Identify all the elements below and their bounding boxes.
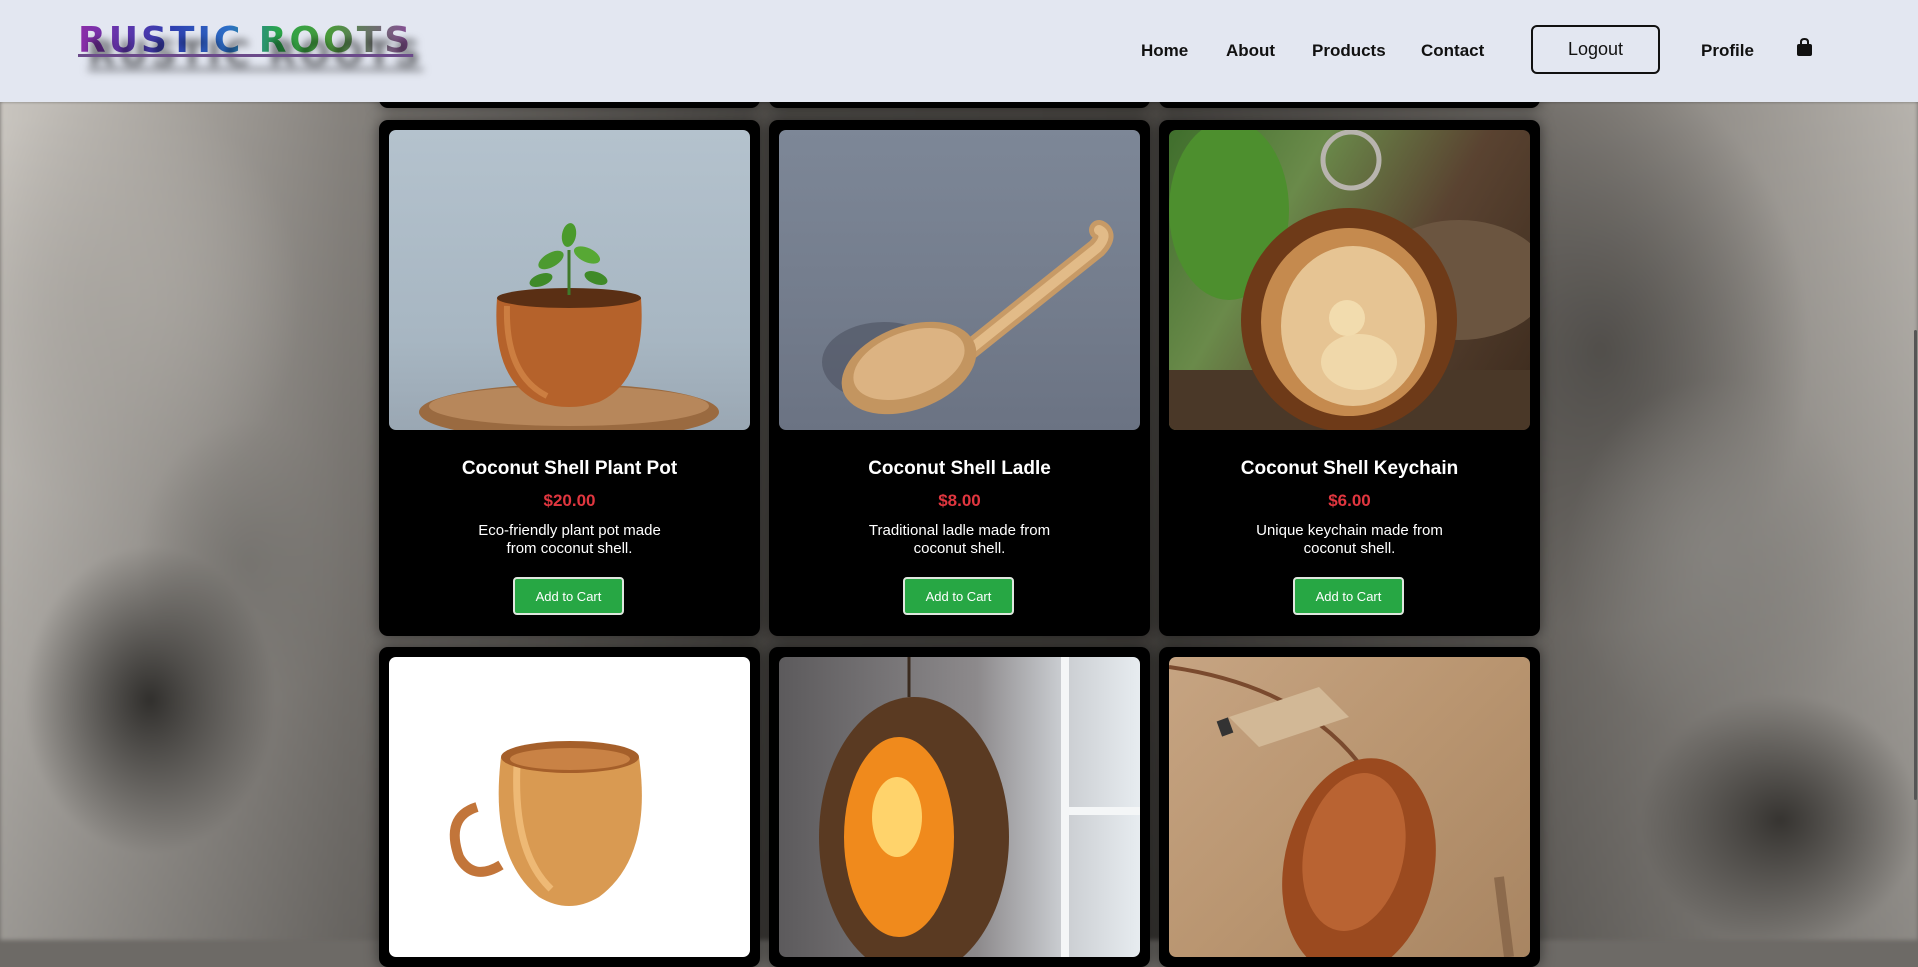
nav-about[interactable]: About (1226, 41, 1275, 61)
product-price: $20.00 (543, 491, 596, 510)
cup-image (389, 657, 750, 957)
nav-contact[interactable]: Contact (1421, 41, 1484, 61)
plant-pot-image (389, 130, 750, 430)
hanging-lamp-image (779, 657, 1140, 957)
keychain-image (1169, 130, 1530, 430)
product-name: Coconut Shell Ladle (868, 458, 1051, 479)
scrollbar-thumb[interactable] (1914, 330, 1917, 800)
nav-products[interactable]: Products (1312, 41, 1386, 61)
product-description: Eco-friendly plant pot made from coconut… (478, 522, 661, 557)
logout-button[interactable]: Logout (1531, 25, 1660, 74)
product-price: $6.00 (1328, 491, 1371, 510)
site-header: RUSTIC ROOTS Home About Products Contact… (0, 0, 1918, 102)
pendant-image (1169, 657, 1530, 957)
product-card: Coconut Shell Keychain $6.00 Unique keyc… (1159, 120, 1540, 636)
nav-home[interactable]: Home (1141, 41, 1188, 61)
product-grid: Coconut Shell Plant Pot $20.00 Eco-frien… (379, 0, 1540, 967)
product-description: Unique keychain made from coconut shell. (1256, 522, 1443, 557)
add-to-cart-button[interactable]: Add to Cart (1293, 577, 1404, 615)
nav-profile[interactable]: Profile (1701, 41, 1754, 61)
product-name: Coconut Shell Plant Pot (461, 458, 678, 479)
site-logo[interactable]: RUSTIC ROOTS (78, 20, 413, 61)
product-card: Coconut Shell Plant Pot $20.00 Eco-frien… (379, 120, 760, 636)
shopping-bag-icon[interactable] (1796, 37, 1813, 57)
product-price: $8.00 (938, 491, 981, 510)
add-to-cart-button[interactable]: Add to Cart (903, 577, 1014, 615)
product-card (379, 647, 760, 967)
product-card: Coconut Shell Ladle $8.00 Traditional la… (769, 120, 1150, 636)
ladle-image (779, 130, 1140, 430)
product-name: Coconut Shell Keychain (1240, 458, 1459, 479)
add-to-cart-button[interactable]: Add to Cart (513, 577, 624, 615)
product-card (769, 647, 1150, 967)
product-description: Traditional ladle made from coconut shel… (868, 522, 1051, 557)
product-card (1159, 647, 1540, 967)
